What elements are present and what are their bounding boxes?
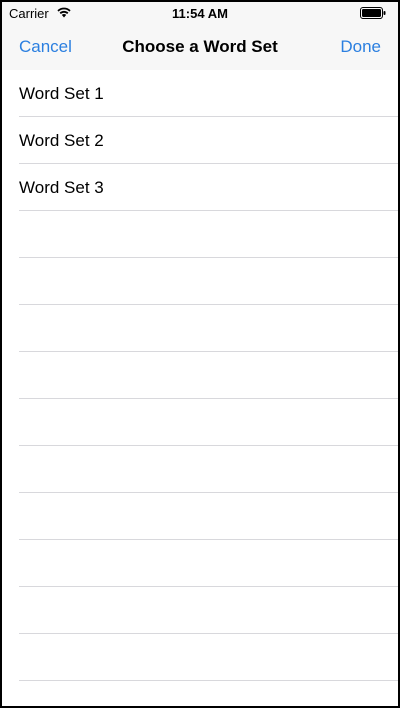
empty-row	[2, 399, 398, 446]
battery-icon	[360, 7, 386, 19]
empty-row	[2, 634, 398, 681]
status-bar: Carrier 11:54 AM	[2, 2, 398, 24]
list-item-word-set-1[interactable]: Word Set 1	[2, 70, 398, 117]
page-title: Choose a Word Set	[122, 37, 278, 56]
list-item-word-set-3[interactable]: Word Set 3	[2, 164, 398, 211]
word-set-list: Word Set 1 Word Set 2 Word Set 3	[2, 70, 398, 706]
clock: 11:54 AM	[172, 6, 228, 21]
empty-row	[2, 211, 398, 258]
empty-row	[2, 587, 398, 634]
empty-row	[2, 540, 398, 587]
empty-row	[2, 493, 398, 540]
list-item-word-set-2[interactable]: Word Set 2	[2, 117, 398, 164]
done-button[interactable]: Done	[340, 24, 381, 70]
empty-row	[2, 352, 398, 399]
empty-row	[2, 446, 398, 493]
screen: Carrier 11:54 AM Cancel Choose a Word Se…	[2, 2, 398, 706]
empty-row	[2, 305, 398, 352]
empty-row	[2, 258, 398, 305]
navigation-bar: Cancel Choose a Word Set Done	[2, 24, 398, 71]
